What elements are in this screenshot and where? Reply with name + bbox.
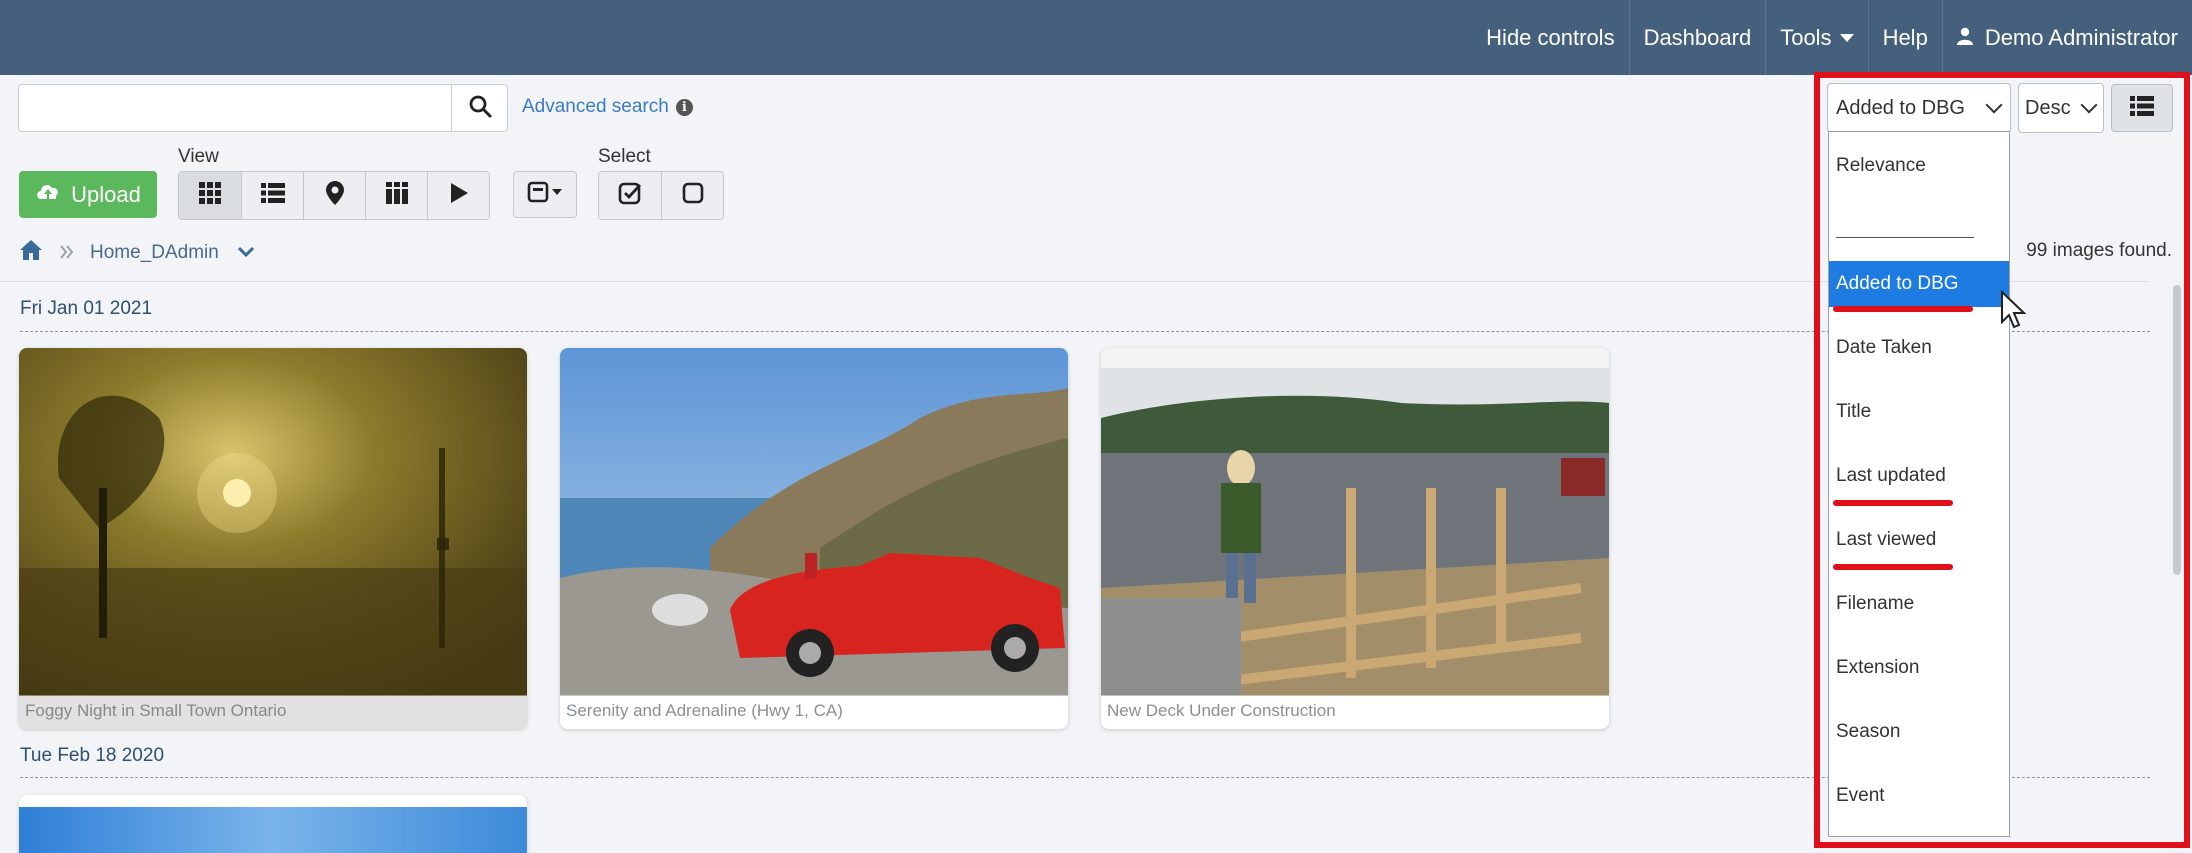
date-group-heading: Tue Feb 18 2020 [20,745,165,766]
sort-option[interactable]: Event [1829,773,2009,819]
view-mode-group [178,171,490,220]
check-square-icon [618,181,642,210]
upload-label: Upload [71,181,141,207]
image-thumbnail [560,348,1068,696]
sort-option[interactable]: Filename [1829,581,2009,627]
top-navbar: Hide controls Dashboard Tools Help Demo … [0,0,2192,75]
results-count: 99 images found. [2026,240,2172,261]
columns-view-button[interactable] [365,172,427,219]
columns-icon [385,182,408,209]
sort-field-value: Added to DBG [1836,96,1965,119]
image-thumbnail [19,807,527,853]
list-view-icon [2130,95,2154,121]
slideshow-button[interactable] [427,172,489,219]
list-icon [260,183,285,208]
image-thumbnail [1101,348,1609,696]
sort-option[interactable]: Date Taken [1829,325,2009,371]
image-card[interactable] [19,795,527,853]
sort-option[interactable]: Title [1829,389,2009,435]
breadcrumb-separator-icon [60,243,74,264]
search-icon [468,94,492,123]
annotation-underline [1833,500,1953,506]
info-icon: i [675,98,693,116]
list-view-toggle[interactable] [2111,84,2173,132]
play-icon [450,183,468,208]
image-caption: New Deck Under Construction [1101,695,1609,729]
image-card[interactable]: New Deck Under Construction [1101,348,1609,729]
cursor-icon [2000,289,2028,335]
chevron-down-icon [1985,96,2003,114]
select-all-button[interactable] [599,172,661,219]
grid-view-button[interactable] [179,172,241,219]
image-caption: Foggy Night in Small Town Ontario [19,695,527,729]
sort-option[interactable]: Relevance [1829,143,2009,189]
scrollbar[interactable] [2173,285,2181,575]
sort-option-selected[interactable]: Added to DBG [1829,261,2009,307]
sort-option[interactable]: Extension [1829,645,2009,691]
sort-option[interactable]: Season [1829,709,2009,755]
list-view-button[interactable] [241,172,303,219]
breadcrumb: Home_DAdmin [20,240,255,266]
select-none-button[interactable] [661,172,723,219]
tools-label: Tools [1780,24,1832,50]
map-view-button[interactable] [303,172,365,219]
breadcrumb-current[interactable]: Home_DAdmin [90,242,219,264]
box-menu-icon [527,181,563,208]
advanced-search-link[interactable]: Advanced search i [522,96,693,118]
chevron-down-icon [2080,96,2098,114]
select-label: Select [598,146,651,167]
annotation-underline [1833,306,1973,312]
search-button[interactable] [452,84,508,132]
upload-cloud-icon [35,181,61,209]
top-nav-menu: Hide controls Dashboard Tools Help Demo … [1472,0,2192,75]
hide-controls-link[interactable]: Hide controls [1472,0,1628,75]
sort-option[interactable]: Last viewed [1829,517,2009,563]
user-menu[interactable]: Demo Administrator [1941,0,2192,75]
map-pin-icon [325,181,344,210]
sort-options-dropdown: Relevance Added to DBG Date Taken Title … [1828,131,2010,837]
image-caption: Serenity and Adrenaline (Hwy 1, CA) [560,695,1068,729]
annotation-underline [1833,564,1953,570]
user-icon [1956,25,1973,51]
collection-menu-button[interactable] [513,171,577,218]
user-name: Demo Administrator [1984,24,2178,50]
date-group-heading: Fri Jan 01 2021 [20,298,153,319]
view-label: View [178,146,219,167]
caret-down-icon [1839,33,1854,42]
sort-field-select[interactable]: Added to DBG [1827,83,2011,133]
sort-direction-value: Desc [2025,96,2071,119]
image-card[interactable]: Serenity and Adrenaline (Hwy 1, CA) [560,348,1068,729]
image-card[interactable]: Foggy Night in Small Town Ontario [19,348,527,729]
sort-option[interactable]: Last updated [1829,453,2009,499]
advanced-search-label: Advanced search [522,96,669,117]
sort-direction-select[interactable]: Desc [2018,83,2104,133]
search-bar [18,84,508,132]
tools-menu[interactable]: Tools [1765,0,1867,75]
grid-icon [199,182,221,209]
dropdown-separator [1836,237,1974,238]
upload-button[interactable]: Upload [19,171,157,218]
search-input[interactable] [18,84,452,132]
dashboard-link[interactable]: Dashboard [1628,0,1766,75]
home-icon[interactable] [20,240,42,266]
help-link[interactable]: Help [1867,0,1942,75]
select-mode-group [598,171,724,220]
square-icon [682,182,704,209]
chevron-down-icon[interactable] [237,242,255,264]
image-thumbnail [19,348,527,696]
